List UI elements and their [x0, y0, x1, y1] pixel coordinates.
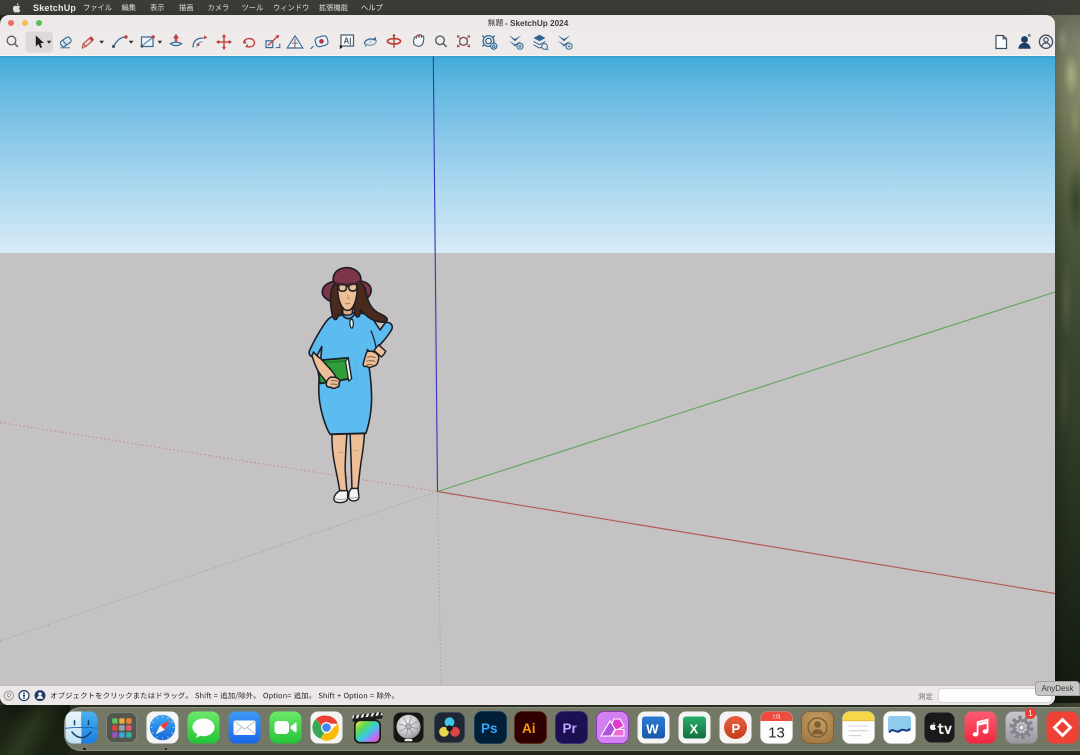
svg-text:A|: A|	[344, 36, 352, 45]
svg-text:X: X	[690, 722, 699, 737]
svg-text:- SketchUp 2024: - SketchUp 2024	[505, 19, 569, 28]
svg-text:Pr: Pr	[563, 721, 578, 736]
svg-text:13: 13	[768, 725, 785, 742]
svg-text:Ps: Ps	[481, 721, 498, 736]
svg-text:P: P	[731, 721, 740, 736]
svg-text:W: W	[646, 722, 659, 737]
svg-text:Ai: Ai	[522, 721, 536, 736]
